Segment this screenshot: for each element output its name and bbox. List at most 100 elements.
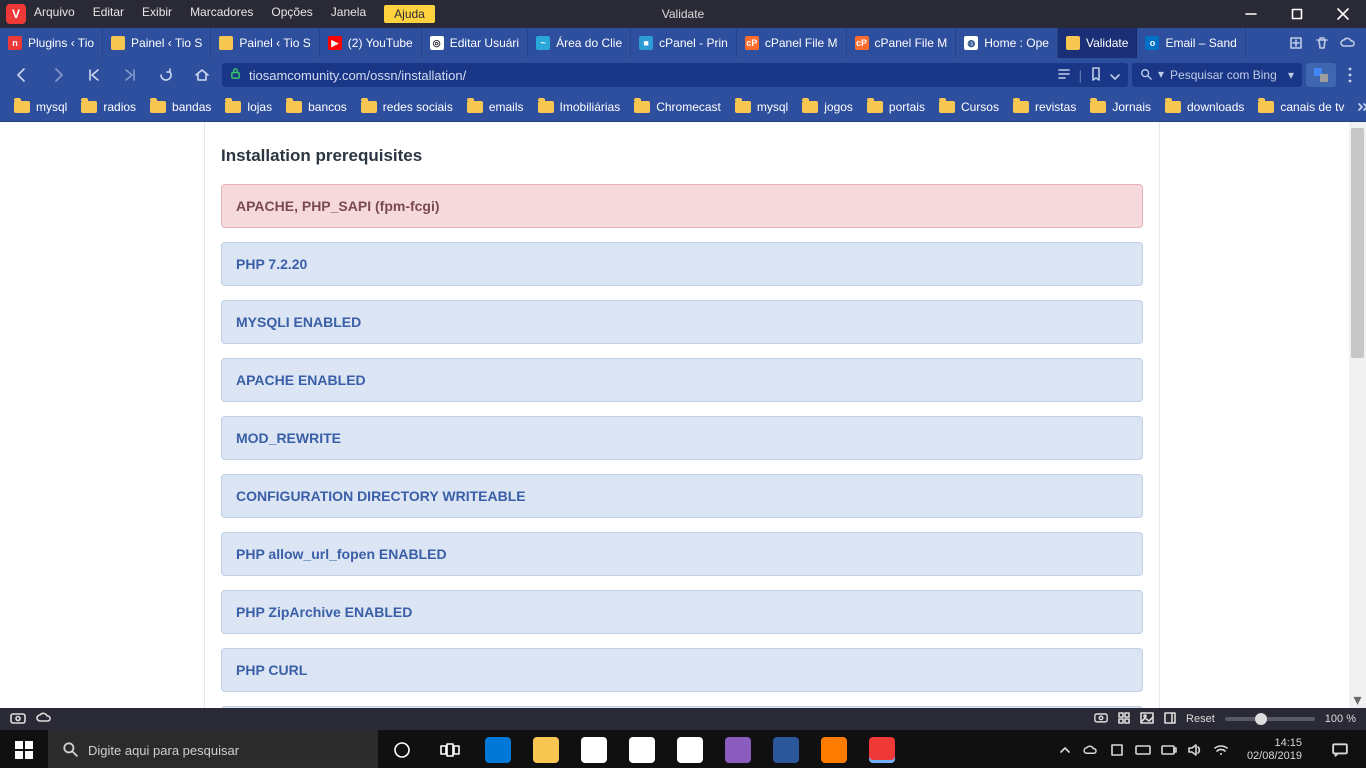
taskbar-app-store[interactable]: [618, 730, 666, 768]
tray-volume-icon[interactable]: [1187, 742, 1203, 758]
taskbar-app-word[interactable]: [762, 730, 810, 768]
search-box[interactable]: ▾ Pesquisar com Bing ▾: [1132, 63, 1302, 87]
translate-button[interactable]: [1306, 63, 1336, 87]
status-image-icon[interactable]: [1140, 712, 1154, 727]
zoom-reset[interactable]: Reset: [1186, 713, 1215, 725]
address-bar[interactable]: tiosamcomunity.com/ossn/installation/ |: [222, 63, 1128, 87]
bookmark-item[interactable]: Jornais: [1090, 100, 1151, 114]
tray-onedrive-icon[interactable]: [1083, 742, 1099, 758]
menu-opcoes[interactable]: Opções: [271, 5, 312, 23]
taskbar-clock[interactable]: 14:15 02/08/2019: [1239, 737, 1310, 762]
app-icon: [533, 737, 559, 763]
folder-icon: [634, 101, 650, 113]
browser-tab[interactable]: nPlugins ‹ Tio: [0, 28, 103, 58]
taskbar-app-avast[interactable]: [810, 730, 858, 768]
screenshot-icon[interactable]: [10, 712, 26, 727]
rewind-button[interactable]: [78, 61, 110, 89]
system-tray: 14:15 02/08/2019: [1051, 730, 1366, 768]
menu-exibir[interactable]: Exibir: [142, 5, 172, 23]
status-tile-icon[interactable]: [1118, 712, 1130, 727]
bookmark-item[interactable]: mysql: [735, 100, 788, 114]
scroll-thumb[interactable]: [1351, 128, 1364, 358]
start-button[interactable]: [0, 730, 48, 768]
tray-battery-icon[interactable]: [1161, 742, 1177, 758]
bookmark-item[interactable]: bandas: [150, 100, 211, 114]
section-heading: Installation prerequisites: [217, 122, 1147, 180]
tab-favicon-icon: ◍: [964, 36, 978, 50]
bookmark-item[interactable]: jogos: [802, 100, 853, 114]
taskbar-app-chrome[interactable]: [666, 730, 714, 768]
status-camera-icon[interactable]: [1094, 712, 1108, 726]
tray-wifi-icon[interactable]: [1213, 742, 1229, 758]
bookmark-item[interactable]: downloads: [1165, 100, 1244, 114]
tray-overflow-icon[interactable]: [1057, 742, 1073, 758]
bookmark-item[interactable]: radios: [81, 100, 136, 114]
browser-tab[interactable]: ~Área do Clie: [528, 28, 631, 58]
bookmark-label: radios: [103, 100, 136, 114]
close-button[interactable]: [1320, 0, 1366, 28]
sync-cloud-icon[interactable]: [1340, 35, 1356, 51]
taskbar-app-vivaldi[interactable]: [858, 730, 906, 768]
taskbar-app-mail[interactable]: [570, 730, 618, 768]
bookmark-item[interactable]: bancos: [286, 100, 347, 114]
status-panel-icon[interactable]: [1164, 712, 1176, 727]
taskbar-app-taskview[interactable]: [426, 730, 474, 768]
vertical-scrollbar[interactable]: ▴ ▾: [1349, 122, 1366, 708]
browser-tab[interactable]: Painel ‹ Tio S: [211, 28, 319, 58]
browser-tab[interactable]: ■cPanel - Prin: [631, 28, 737, 58]
browser-tab[interactable]: ◍Home : Ope: [956, 28, 1058, 58]
bookmark-item[interactable]: Imobiliárias: [538, 100, 621, 114]
menu-kebab-icon[interactable]: [1340, 67, 1360, 83]
scroll-down-icon[interactable]: ▾: [1349, 691, 1366, 708]
browser-tab[interactable]: Validate: [1058, 28, 1137, 58]
bookmark-item[interactable]: emails: [467, 100, 524, 114]
tray-app-icon[interactable]: [1109, 742, 1125, 758]
new-tab-button[interactable]: [1288, 35, 1304, 51]
sync-icon[interactable]: [36, 712, 52, 727]
home-button[interactable]: [186, 61, 218, 89]
browser-tab[interactable]: ◎Editar Usuári: [422, 28, 528, 58]
menu-janela[interactable]: Janela: [331, 5, 366, 23]
browser-status-bar: Reset 100 %: [0, 708, 1366, 730]
trash-icon[interactable]: [1314, 35, 1330, 51]
bookmark-item[interactable]: portais: [867, 100, 925, 114]
reader-icon[interactable]: [1057, 67, 1071, 84]
back-button[interactable]: [6, 61, 38, 89]
bookmark-item[interactable]: canais de tv: [1258, 100, 1344, 114]
zoom-slider[interactable]: [1225, 717, 1315, 721]
menu-ajuda[interactable]: Ajuda: [384, 5, 435, 23]
chevron-down-icon[interactable]: [1110, 68, 1120, 83]
browser-tab[interactable]: ▶(2) YouTube: [320, 28, 422, 58]
bookmark-icon[interactable]: [1090, 67, 1102, 84]
taskbar-search[interactable]: Digite aqui para pesquisar: [48, 730, 378, 768]
maximize-button[interactable]: [1274, 0, 1320, 28]
taskbar-app-explorer[interactable]: [522, 730, 570, 768]
taskbar-app-cortana[interactable]: [378, 730, 426, 768]
menu-arquivo[interactable]: Arquivo: [34, 5, 75, 23]
bookmark-item[interactable]: Cursos: [939, 100, 999, 114]
bookmark-item[interactable]: redes sociais: [361, 100, 453, 114]
minimize-button[interactable]: [1228, 0, 1274, 28]
notifications-button[interactable]: [1320, 730, 1360, 768]
forward-button[interactable]: [42, 61, 74, 89]
zoom-slider-thumb[interactable]: [1255, 713, 1267, 725]
bookmark-item[interactable]: lojas: [225, 100, 272, 114]
taskbar-app-edge[interactable]: [474, 730, 522, 768]
fastforward-button[interactable]: [114, 61, 146, 89]
browser-tab[interactable]: cPcPanel File M: [847, 28, 957, 58]
menu-marcadores[interactable]: Marcadores: [190, 5, 253, 23]
browser-tab[interactable]: Painel ‹ Tio S: [103, 28, 211, 58]
menu-editar[interactable]: Editar: [93, 5, 124, 23]
taskbar-app-files[interactable]: [714, 730, 762, 768]
search-icon: [1140, 68, 1152, 83]
tray-keyboard-icon[interactable]: [1135, 742, 1151, 758]
bookmarks-overflow-icon[interactable]: [1358, 100, 1366, 114]
browser-tab[interactable]: cPcPanel File M: [737, 28, 847, 58]
reload-button[interactable]: [150, 61, 182, 89]
bookmark-item[interactable]: mysql: [14, 100, 67, 114]
bookmark-item[interactable]: revistas: [1013, 100, 1076, 114]
browser-tab[interactable]: oEmail – Sand: [1137, 28, 1245, 58]
search-dropdown-icon[interactable]: ▾: [1288, 68, 1294, 82]
prerequisite-item: CONFIGURATION DIRECTORY WRITEABLE: [221, 474, 1143, 518]
bookmark-item[interactable]: Chromecast: [634, 100, 721, 114]
